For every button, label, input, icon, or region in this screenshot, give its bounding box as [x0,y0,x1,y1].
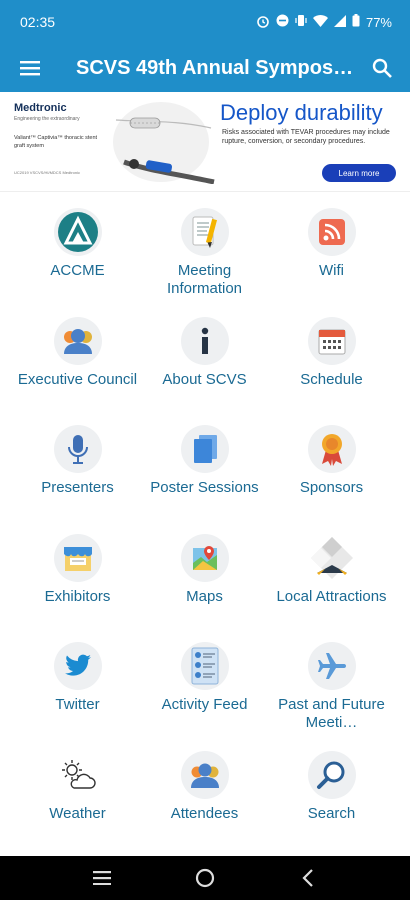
ad-headline: Deploy durability [220,100,383,125]
ad-product: Valiant™ Captivia™ thoracic stent graft … [14,135,98,149]
tile-wifi[interactable]: Wifi [268,200,395,309]
recent-apps-button[interactable] [82,858,122,898]
twitter-bird-icon [53,642,102,690]
search-button[interactable] [354,44,410,92]
vibrate-icon [295,14,307,30]
map-icon [180,533,229,582]
wifi-status-icon [312,14,328,30]
calendar-icon [307,316,356,365]
hamburger-icon [20,61,40,76]
tile-twitter[interactable]: Twitter [14,634,141,743]
ad-footnote: UC2019 VSCVS/HI/MDCS Medtronic [14,170,81,175]
tile-weather[interactable]: Weather [14,743,141,852]
tile-label: Executive Council [17,370,138,388]
tile-label: Past and Future Meeti… [278,696,385,731]
recent-apps-icon [92,871,111,885]
app-bar: SCVS 49th Annual Symposi… [0,44,410,92]
tile-label: Local Attractions [276,587,387,605]
tile-label: Presenters [41,479,114,496]
tile-executive-council[interactable]: Executive Council [14,309,141,418]
signal-icon [333,14,346,30]
people-group-icon [53,316,102,365]
award-ribbon-icon [307,425,356,473]
tile-search[interactable]: Search [268,743,395,852]
learn-more-button[interactable]: Learn more [322,164,396,182]
app-title: SCVS 49th Annual Symposi… [76,56,354,79]
tile-label: Sponsors [299,479,364,496]
tile-about-scvs[interactable]: About SCVS [141,309,268,418]
tile-label: Search [307,804,356,822]
weather-icon [54,751,102,799]
tile-meeting-information[interactable]: Meeting Information [141,200,268,309]
tile-label: Weather [49,804,106,822]
system-nav-bar [0,856,410,900]
activity-feed-icon [180,642,229,690]
tile-label: Maps [186,587,223,605]
ad-tagline: Engineering the extraordinary [14,116,80,122]
search-icon [372,58,392,78]
tile-maps[interactable]: Maps [141,526,268,635]
tile-label: Meeting Information [166,262,243,297]
back-button[interactable] [288,858,328,898]
tile-label: Twitter [55,696,100,713]
status-time: 02:35 [20,14,56,30]
document-pencil-icon [180,208,229,256]
tile-label: ACCME [50,262,105,279]
airplane-icon [307,642,356,690]
tile-exhibitors[interactable]: Exhibitors [14,526,141,635]
battery-icon [352,14,360,30]
status-bar: 02:35 77% [0,0,410,44]
ad-brand: Medtronic [14,102,67,114]
tile-local-attractions[interactable]: Local Attractions [268,526,395,635]
status-icons: 77% [256,14,392,31]
attractions-icon [308,534,356,582]
tile-label: About SCVS [162,370,247,388]
alarm-icon [256,14,270,31]
do-not-disturb-icon [276,14,289,30]
ad-risk-text: Risks associated with TEVAR procedures m… [222,129,390,145]
tile-presenters[interactable]: Presenters [14,417,141,526]
home-icon [195,868,215,888]
tile-label: Activity Feed [161,696,248,713]
tile-activity-feed[interactable]: Activity Feed [141,634,268,743]
home-button[interactable] [185,858,225,898]
attendees-icon [180,750,229,799]
microphone-icon [53,425,102,473]
back-icon [302,869,314,887]
tile-label: Exhibitors [44,587,111,605]
documents-icon [180,425,229,473]
magnifier-icon [307,750,356,799]
info-icon [180,316,229,365]
tile-past-future-meetings[interactable]: Past and Future Meeti… [268,634,395,743]
tile-accme[interactable]: ACCME [14,200,141,309]
menu-button[interactable] [0,44,60,92]
tile-label: Poster Sessions [150,479,259,496]
booth-icon [53,533,102,582]
tile-attendees[interactable]: Attendees [141,743,268,852]
wifi-icon [307,208,356,256]
accme-logo-icon [53,208,102,256]
tile-sponsors[interactable]: Sponsors [268,417,395,526]
tile-label: Schedule [300,370,363,388]
stent-graft-image [113,102,215,184]
feature-grid: ACCME Meeting Information Wifi Executive… [14,200,396,851]
tile-label: Wifi [319,262,344,279]
tile-label: Attendees [170,804,239,822]
tile-poster-sessions[interactable]: Poster Sessions [141,417,268,526]
tile-schedule[interactable]: Schedule [268,309,395,418]
battery-level: 77% [365,14,392,30]
